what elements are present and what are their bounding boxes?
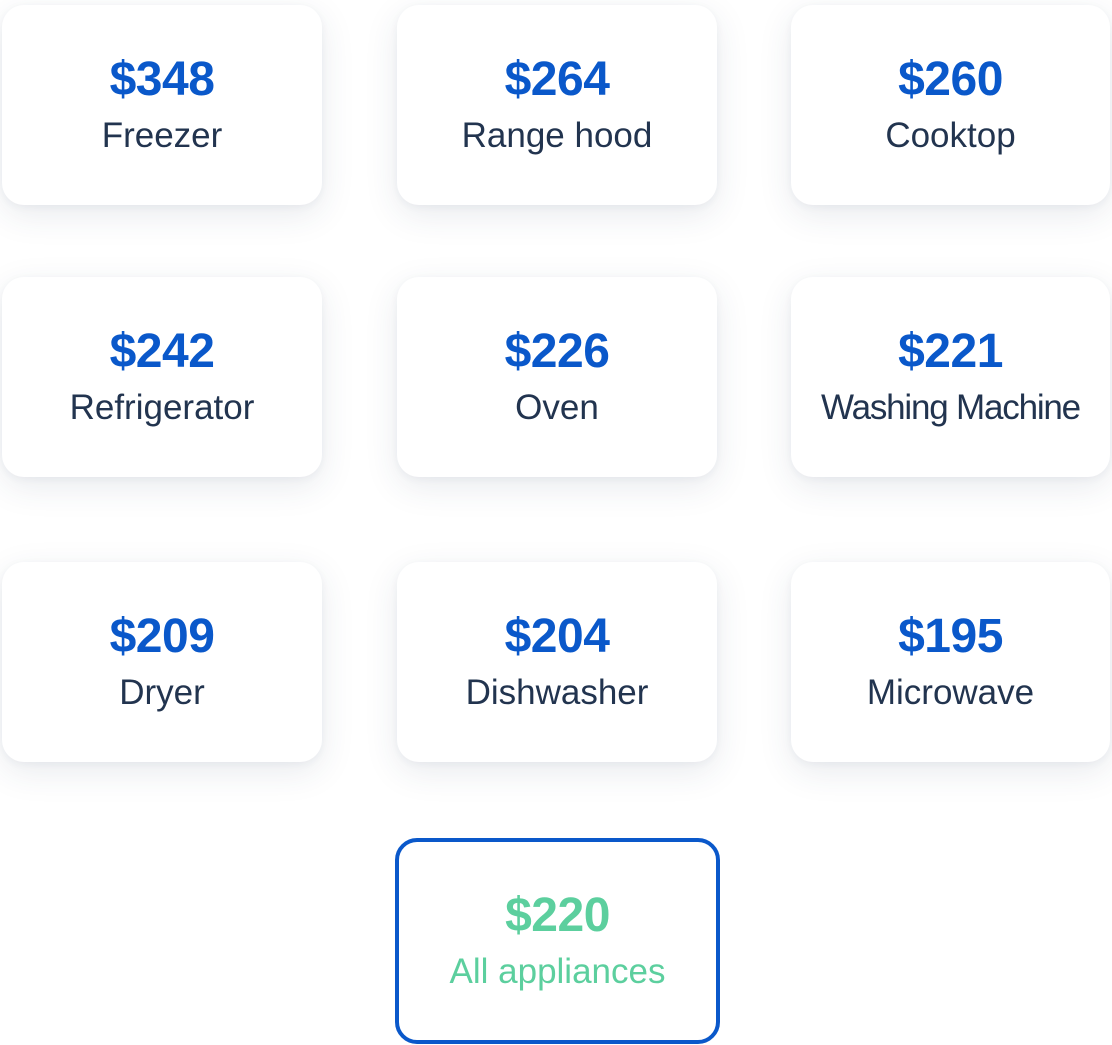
price-value: $260: [898, 53, 1003, 106]
price-card-washing-machine: $221 Washing Machine: [791, 277, 1110, 477]
total-label: All appliances: [449, 952, 666, 991]
price-card-range-hood: $264 Range hood: [397, 5, 717, 205]
price-card-oven: $226 Oven: [397, 277, 717, 477]
appliance-label: Oven: [515, 388, 599, 427]
price-value: $242: [109, 325, 215, 378]
appliance-label: Cooktop: [885, 116, 1016, 155]
appliance-label: Washing Machine: [821, 388, 1081, 427]
price-value: $195: [898, 610, 1003, 663]
price-card-freezer: $348 Freezer: [2, 5, 322, 205]
price-card-all-appliances: $220 All appliances: [395, 838, 720, 1044]
total-price-value: $220: [505, 889, 610, 942]
price-card-microwave: $195 Microwave: [791, 562, 1110, 762]
price-value: $204: [504, 610, 610, 663]
appliance-label: Freezer: [101, 116, 223, 155]
price-card-refrigerator: $242 Refrigerator: [2, 277, 322, 477]
price-card-dishwasher: $204 Dishwasher: [397, 562, 717, 762]
price-value: $226: [504, 325, 610, 378]
appliance-price-grid: $348 Freezer $264 Range hood $260 Cookto…: [0, 0, 1112, 1045]
appliance-label: Range hood: [461, 116, 653, 155]
price-card-dryer: $209 Dryer: [2, 562, 322, 762]
appliance-label: Dishwasher: [465, 673, 649, 712]
price-card-cooktop: $260 Cooktop: [791, 5, 1110, 205]
price-value: $209: [109, 610, 215, 663]
appliance-label: Dryer: [119, 673, 205, 712]
appliance-label: Refrigerator: [69, 388, 255, 427]
price-value: $221: [898, 325, 1003, 378]
price-value: $348: [109, 53, 215, 106]
appliance-label: Microwave: [866, 673, 1035, 712]
price-value: $264: [504, 53, 610, 106]
